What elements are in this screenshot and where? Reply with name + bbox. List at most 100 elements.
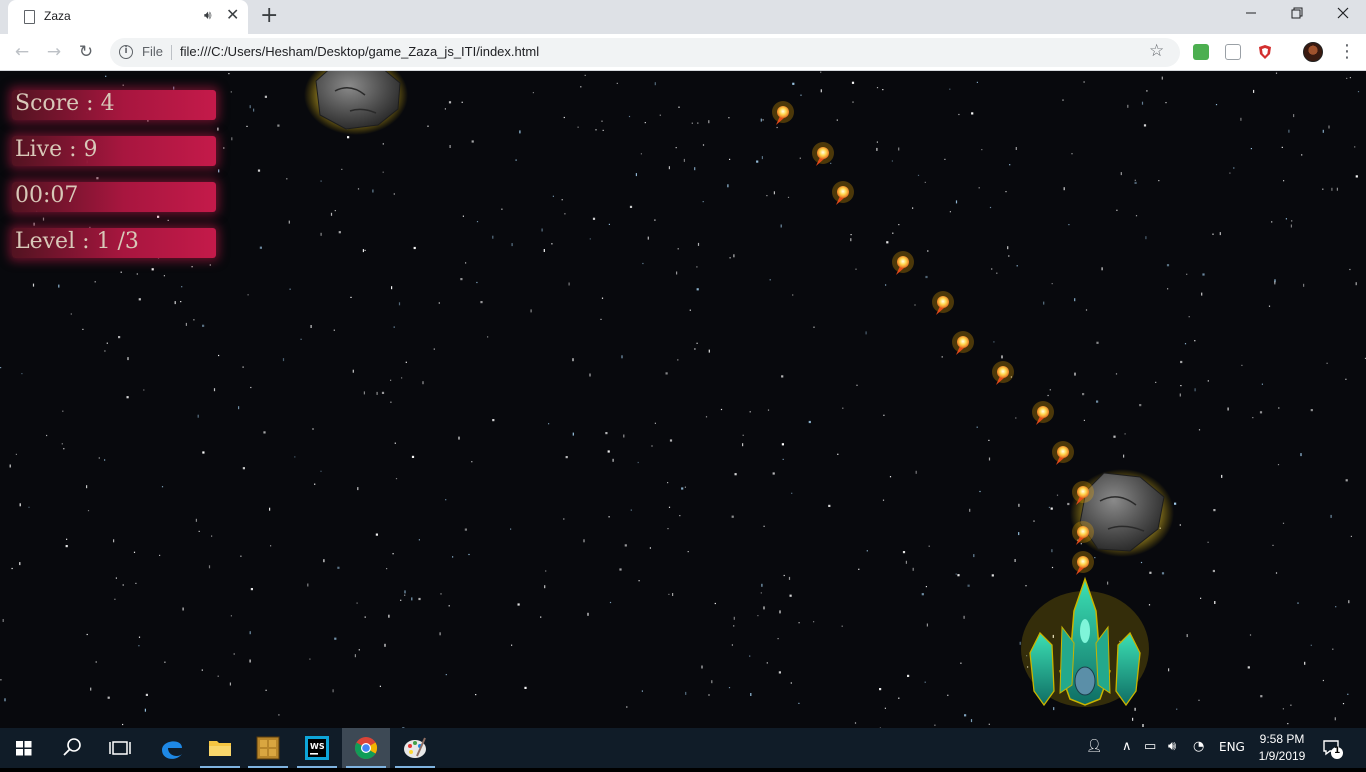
star [1303, 284, 1304, 287]
star [58, 285, 59, 288]
star [1016, 147, 1017, 150]
task-view-button[interactable] [96, 728, 144, 768]
star [762, 156, 763, 159]
star [925, 182, 926, 183]
star [511, 645, 512, 646]
taskbar-webstorm[interactable]: WS [293, 728, 341, 768]
star [386, 568, 387, 569]
browser-tab[interactable]: Zaza 🔊︎ ✕ [8, 0, 248, 34]
star [788, 197, 789, 198]
reload-button[interactable]: ↻ [74, 40, 98, 64]
star [750, 411, 751, 412]
extension-page-icon[interactable] [1225, 44, 1241, 60]
taskbar-dosbox[interactable] [244, 728, 292, 768]
back-button[interactable]: ← [10, 40, 34, 64]
star [698, 243, 699, 246]
taskbar-chrome[interactable] [342, 728, 390, 768]
star [1348, 600, 1349, 603]
close-window-button[interactable] [1320, 0, 1366, 30]
chevron-up-icon[interactable]: ∧ [1122, 739, 1132, 754]
forward-button[interactable]: → [42, 40, 66, 64]
star [750, 693, 751, 696]
search-button[interactable] [48, 728, 96, 768]
star [1335, 606, 1336, 607]
star [476, 282, 477, 283]
star [711, 680, 712, 683]
star [1144, 124, 1146, 126]
star [1194, 340, 1195, 341]
star [1123, 455, 1124, 458]
star [1201, 293, 1202, 296]
star [989, 724, 990, 725]
star [655, 82, 656, 85]
game-canvas[interactable]: Score : 4 Live : 9 00:07 Level : 1 /3 [0, 71, 1366, 728]
star [890, 476, 891, 477]
fireball-projectile [892, 251, 914, 275]
star [341, 169, 342, 170]
star [648, 237, 649, 240]
star [925, 276, 927, 278]
star [419, 539, 420, 540]
address-bar[interactable]: i File file:///C:/Users/Hesham/Desktop/g… [110, 38, 1180, 67]
star [1322, 189, 1323, 190]
new-tab-button[interactable]: + [260, 3, 278, 29]
star [1005, 191, 1006, 192]
speaker-icon[interactable]: 🔊︎ [204, 8, 212, 23]
star [139, 298, 141, 300]
language-indicator[interactable]: ENG [1219, 740, 1245, 754]
people-icon[interactable]: 👤︎ [1086, 739, 1103, 754]
star [248, 294, 249, 295]
star [321, 181, 322, 182]
info-icon[interactable]: i [119, 45, 133, 59]
star [422, 381, 423, 384]
star [253, 109, 254, 112]
tab-close-icon[interactable]: ✕ [226, 5, 239, 25]
system-clock[interactable]: 9:58 PM 1/9/2019 [1252, 731, 1312, 765]
shield-icon[interactable] [1257, 44, 1273, 60]
star [566, 456, 568, 458]
star [1007, 246, 1008, 249]
extension-icon[interactable] [1193, 44, 1209, 60]
star [697, 288, 699, 290]
minimize-button[interactable] [1228, 0, 1274, 30]
star [411, 597, 412, 600]
star [914, 304, 915, 305]
star [465, 262, 466, 263]
star [270, 545, 271, 546]
star [1345, 379, 1346, 380]
menu-dots-icon[interactable]: ⋮ [1338, 40, 1356, 64]
battery-icon[interactable]: ▭ [1144, 739, 1156, 754]
star [1074, 373, 1075, 376]
star [1327, 363, 1328, 364]
star [572, 358, 573, 361]
taskbar-paint[interactable] [391, 728, 439, 768]
bookmark-star-icon[interactable]: ☆ [1149, 41, 1164, 61]
star [708, 120, 709, 123]
star [1291, 225, 1292, 228]
star [763, 119, 764, 120]
taskbar-edge[interactable] [148, 728, 196, 768]
start-button[interactable] [0, 728, 48, 768]
volume-icon[interactable]: 🔊︎ [1168, 739, 1176, 754]
star [1311, 409, 1313, 411]
action-center-button[interactable]: 1 [1322, 738, 1342, 758]
star [1248, 666, 1250, 668]
star [761, 584, 762, 587]
star [383, 172, 384, 173]
restore-button[interactable] [1274, 0, 1320, 30]
star [856, 385, 857, 386]
star [837, 454, 838, 455]
star [440, 593, 441, 594]
star [462, 102, 463, 103]
profile-avatar[interactable] [1303, 42, 1323, 62]
star [123, 584, 124, 585]
star [660, 115, 661, 116]
star [159, 555, 160, 556]
taskbar-file-explorer[interactable] [196, 728, 244, 768]
url-text[interactable]: file:///C:/Users/Hesham/Desktop/game_Zaz… [180, 44, 539, 59]
tab-title: Zaza [44, 9, 71, 23]
edge-icon [148, 728, 196, 768]
star [87, 634, 88, 635]
star [1127, 105, 1128, 108]
wifi-icon[interactable]: ◔ [1193, 739, 1204, 754]
